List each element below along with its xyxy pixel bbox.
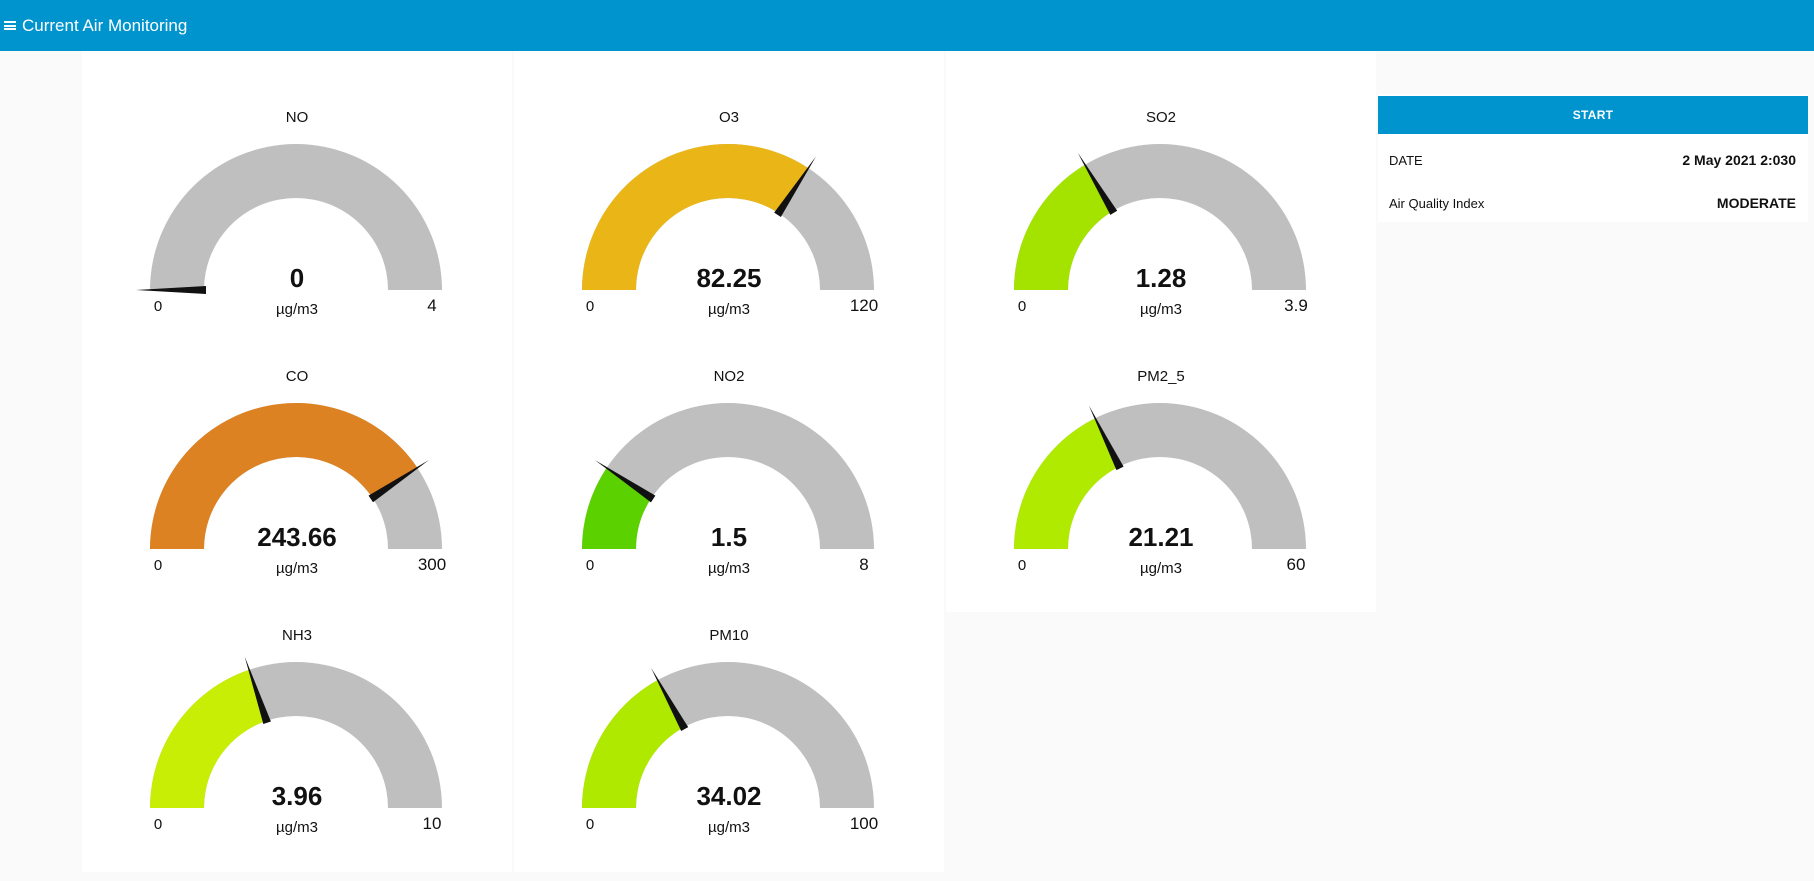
gauge-no: NO 0 µg/m3 0 4: [82, 51, 512, 318]
start-button[interactable]: START: [1378, 96, 1808, 134]
gauge-min-label: 0: [153, 816, 163, 833]
top-toolbar: Current Air Monitoring: [0, 0, 1814, 51]
aqi-value: MODERATE: [1716, 195, 1796, 211]
gauge-max-label: 60: [1286, 555, 1306, 574]
gauge-value: 3.96: [271, 781, 323, 811]
gauge-value: 0: [289, 263, 305, 293]
gauge-group-1: NO 0 µg/m3 0 4 CO 243.66 µg/m3 0 300 NH3 3.96 µg/m…: [82, 51, 512, 872]
app-title: Current Air Monitoring: [22, 15, 188, 35]
gauge-min-label: 0: [1017, 557, 1027, 574]
gauge-value: 34.02: [696, 781, 762, 811]
date-label: DATE: [1389, 152, 1423, 168]
gauge-group-3: SO2 1.28 µg/m3 0 3.9 PM2_5 21.21 µg/m3 0 60: [946, 51, 1376, 612]
hamburger-icon[interactable]: [0, 0, 20, 51]
gauge-value: 21.21: [1128, 522, 1194, 552]
gauge-value: 243.66: [257, 522, 337, 552]
status-panel: START DATE 2 May 2021 2:030 Air Quality …: [1378, 94, 1808, 222]
gauge-value: 82.25: [696, 263, 762, 293]
gauge-max-label: 100: [849, 814, 879, 833]
gauge-so2: SO2 1.28 µg/m3 0 3.9: [946, 51, 1376, 318]
date-value: 2 May 2021 2:030: [1682, 152, 1796, 168]
gauge-no2: NO2 1.5 µg/m3 0 8: [514, 310, 944, 577]
gauge-value: 1.28: [1135, 263, 1187, 293]
gauge-group-2: O3 82.25 µg/m3 0 120 NO2 1.5 µg/m3 0 8 PM10 34.02…: [514, 51, 944, 872]
gauge-pm25: PM2_5 21.21 µg/m3 0 60: [946, 310, 1376, 577]
gauge-co: CO 243.66 µg/m3 0 300: [82, 310, 512, 577]
gauge-max-label: 10: [422, 814, 442, 833]
aqi-row: Air Quality Index MODERATE: [1378, 188, 1808, 218]
gauge-o3: O3 82.25 µg/m3 0 120: [514, 51, 944, 318]
gauge-nh3: NH3 3.96 µg/m3 0 10: [82, 569, 512, 836]
gauge-value: 1.5: [710, 522, 748, 552]
gauge-pm10: PM10 34.02 µg/m3 0 100: [514, 569, 944, 836]
date-row: DATE 2 May 2021 2:030: [1378, 145, 1808, 175]
aqi-label: Air Quality Index: [1389, 195, 1485, 211]
gauge-min-label: 0: [585, 816, 595, 833]
